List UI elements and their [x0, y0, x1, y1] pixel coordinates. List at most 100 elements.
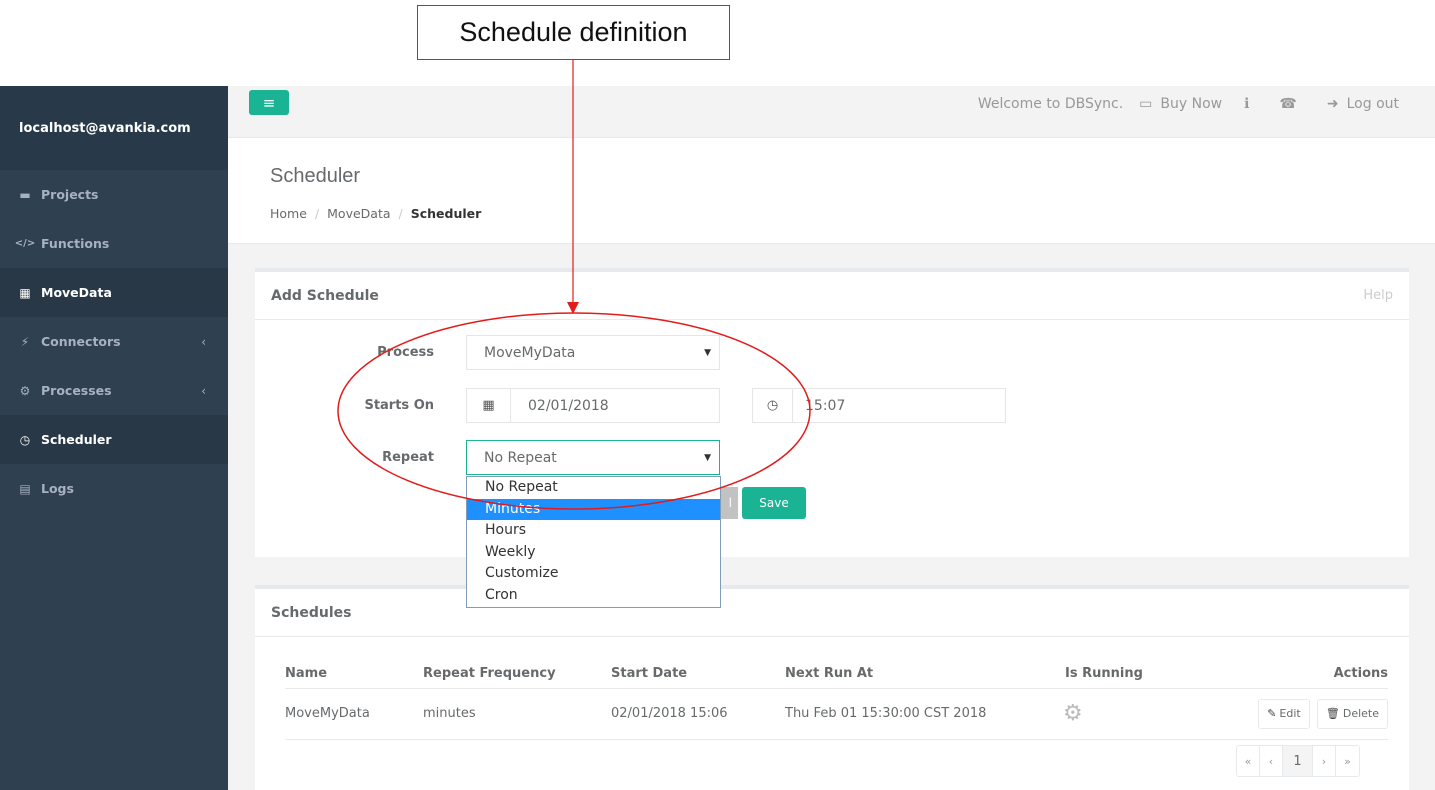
start-time-input[interactable]: ◷ 15:07	[752, 388, 1006, 423]
trash-icon: 🗑	[1325, 707, 1340, 720]
cell-repeat-frequency: minutes	[423, 688, 611, 740]
schedules-table: Name Repeat Frequency Start Date Next Ru…	[285, 660, 1388, 740]
caret-down-icon: ▼	[704, 452, 711, 463]
table-header-row: Name Repeat Frequency Start Date Next Ru…	[285, 660, 1388, 689]
cell-start-date: 02/01/2018 15:06	[611, 688, 785, 740]
credit-card-icon: ▭	[1139, 96, 1153, 112]
page-last[interactable]: »	[1336, 746, 1359, 776]
page-title: Scheduler	[270, 165, 361, 187]
cell-actions: ✎ Edit 🗑 Delete	[1225, 688, 1388, 740]
info-link[interactable]: ℹ	[1244, 96, 1257, 112]
add-schedule-header: Add Schedule Help	[255, 272, 1409, 320]
edit-button[interactable]: ✎ Edit	[1258, 698, 1310, 729]
clock-icon: ◷	[19, 432, 31, 447]
sidebar-item-label: Functions	[41, 236, 110, 251]
welcome-text: Welcome to DBSync.	[977, 96, 1124, 112]
edit-label: Edit	[1279, 707, 1301, 720]
breadcrumb: Home / MoveData / Scheduler	[270, 206, 481, 221]
process-label: Process	[377, 345, 434, 360]
cell-next-run-at: Thu Feb 01 15:30:00 CST 2018	[785, 688, 1065, 740]
chevron-left-icon: ‹	[201, 383, 206, 398]
delete-label: Delete	[1342, 707, 1379, 720]
col-actions: Actions	[1225, 660, 1388, 689]
repeat-select[interactable]: No Repeat ▼	[466, 440, 720, 475]
menu-toggle-button[interactable]: ≡	[249, 90, 289, 115]
chevron-left-icon: ‹	[201, 334, 206, 349]
sidebar-user[interactable]: localhost@avankia.com	[0, 86, 228, 170]
cell-is-running: ⚙	[1063, 688, 1225, 740]
projects-icon: ▬	[19, 187, 31, 202]
gear-icon: ⚙	[1063, 701, 1083, 726]
user-email: localhost@avankia.com	[19, 120, 191, 136]
repeat-option-minutes[interactable]: Minutes	[467, 498, 720, 520]
table-row: MoveMyData minutes 02/01/2018 15:06 Thu …	[285, 688, 1388, 740]
breadcrumb-separator: /	[314, 206, 320, 221]
hamburger-icon: ≡	[262, 93, 276, 112]
grid-icon: ▦	[19, 285, 31, 300]
repeat-option-no-repeat[interactable]: No Repeat	[467, 477, 720, 499]
col-start-date: Start Date	[611, 660, 785, 689]
top-navbar: ≡ Welcome to DBSync. ▭ Buy Now ℹ ☎ ➜ Log…	[228, 86, 1435, 138]
repeat-option-weekly[interactable]: Weekly	[467, 542, 720, 564]
breadcrumb-movedata[interactable]: MoveData	[327, 206, 390, 221]
repeat-value: No Repeat	[484, 449, 557, 466]
sidebar-item-functions[interactable]: </> Functions	[0, 219, 228, 268]
sidebar-item-projects[interactable]: ▬ Projects	[0, 170, 228, 219]
starts-on-label: Starts On	[364, 398, 434, 413]
sidebar-item-logs[interactable]: ▤ Logs	[0, 464, 228, 513]
buy-now-link[interactable]: ▭ Buy Now	[1139, 96, 1222, 112]
help-link[interactable]: Help	[1363, 288, 1393, 303]
schedules-title: Schedules	[271, 604, 352, 621]
start-date-input[interactable]: ▦ 02/01/2018	[466, 388, 720, 423]
annotation-label: Schedule definition	[459, 17, 688, 47]
page-prev[interactable]: ‹	[1260, 746, 1283, 776]
repeat-option-hours[interactable]: Hours	[467, 520, 720, 542]
delete-button[interactable]: 🗑 Delete	[1316, 698, 1388, 729]
clock-icon[interactable]: ◷	[753, 389, 793, 422]
save-button[interactable]: Save	[742, 487, 806, 519]
cell-name: MoveMyData	[285, 688, 423, 740]
start-date-value: 02/01/2018	[528, 397, 609, 414]
repeat-label: Repeat	[382, 450, 434, 465]
calendar-icon[interactable]: ▦	[467, 389, 511, 422]
breadcrumb-current: Scheduler	[410, 206, 482, 221]
start-time-value: 15:07	[805, 397, 846, 414]
page-first[interactable]: «	[1237, 746, 1260, 776]
sidebar-item-label: Logs	[41, 481, 74, 496]
phone-link[interactable]: ☎	[1279, 96, 1304, 112]
file-icon: ▤	[19, 481, 31, 496]
page-current[interactable]: 1	[1283, 746, 1313, 776]
add-schedule-title: Add Schedule	[271, 287, 379, 304]
plug-icon: ⚡	[20, 334, 30, 349]
sidebar-item-processes[interactable]: ⚙ Processes ‹	[0, 366, 228, 415]
top-right-links: Welcome to DBSync. ▭ Buy Now ℹ ☎ ➜ Log o…	[978, 96, 1399, 112]
repeat-option-cron[interactable]: Cron	[467, 585, 720, 607]
sidebar-item-label: Processes	[41, 383, 112, 398]
sidebar-item-label: Projects	[41, 187, 99, 202]
col-name: Name	[285, 660, 423, 689]
page-heading: Scheduler Home / MoveData / Scheduler	[228, 138, 1435, 244]
breadcrumb-separator: /	[398, 206, 403, 221]
sidebar-item-label: Connectors	[41, 334, 121, 349]
process-select[interactable]: MoveMyData ▼	[466, 335, 720, 370]
process-value: MoveMyData	[484, 344, 576, 361]
cogs-icon: ⚙	[19, 383, 31, 398]
code-icon: </>	[14, 238, 36, 249]
schedules-header: Schedules	[255, 589, 1409, 637]
sidebar-item-connectors[interactable]: ⚡ Connectors ‹	[0, 317, 228, 366]
col-repeat-frequency: Repeat Frequency	[423, 660, 611, 689]
cancel-label: l	[728, 496, 732, 510]
repeat-option-customize[interactable]: Customize	[467, 563, 720, 585]
col-next-run-at: Next Run At	[785, 660, 1065, 689]
breadcrumb-home[interactable]: Home	[270, 206, 307, 221]
buy-now-label: Buy Now	[1160, 96, 1223, 112]
phone-icon: ☎	[1279, 96, 1297, 112]
info-icon: ℹ	[1244, 96, 1250, 112]
sign-out-icon: ➜	[1326, 96, 1339, 112]
logout-link[interactable]: ➜ Log out	[1327, 96, 1399, 112]
pagination: « ‹ 1 › »	[1236, 745, 1360, 777]
sidebar-item-scheduler[interactable]: ◷ Scheduler	[0, 415, 228, 464]
sidebar-item-movedata[interactable]: ▦ MoveData	[0, 268, 228, 317]
sidebar: localhost@avankia.com ▬ Projects </> Fun…	[0, 86, 228, 790]
page-next[interactable]: ›	[1313, 746, 1336, 776]
